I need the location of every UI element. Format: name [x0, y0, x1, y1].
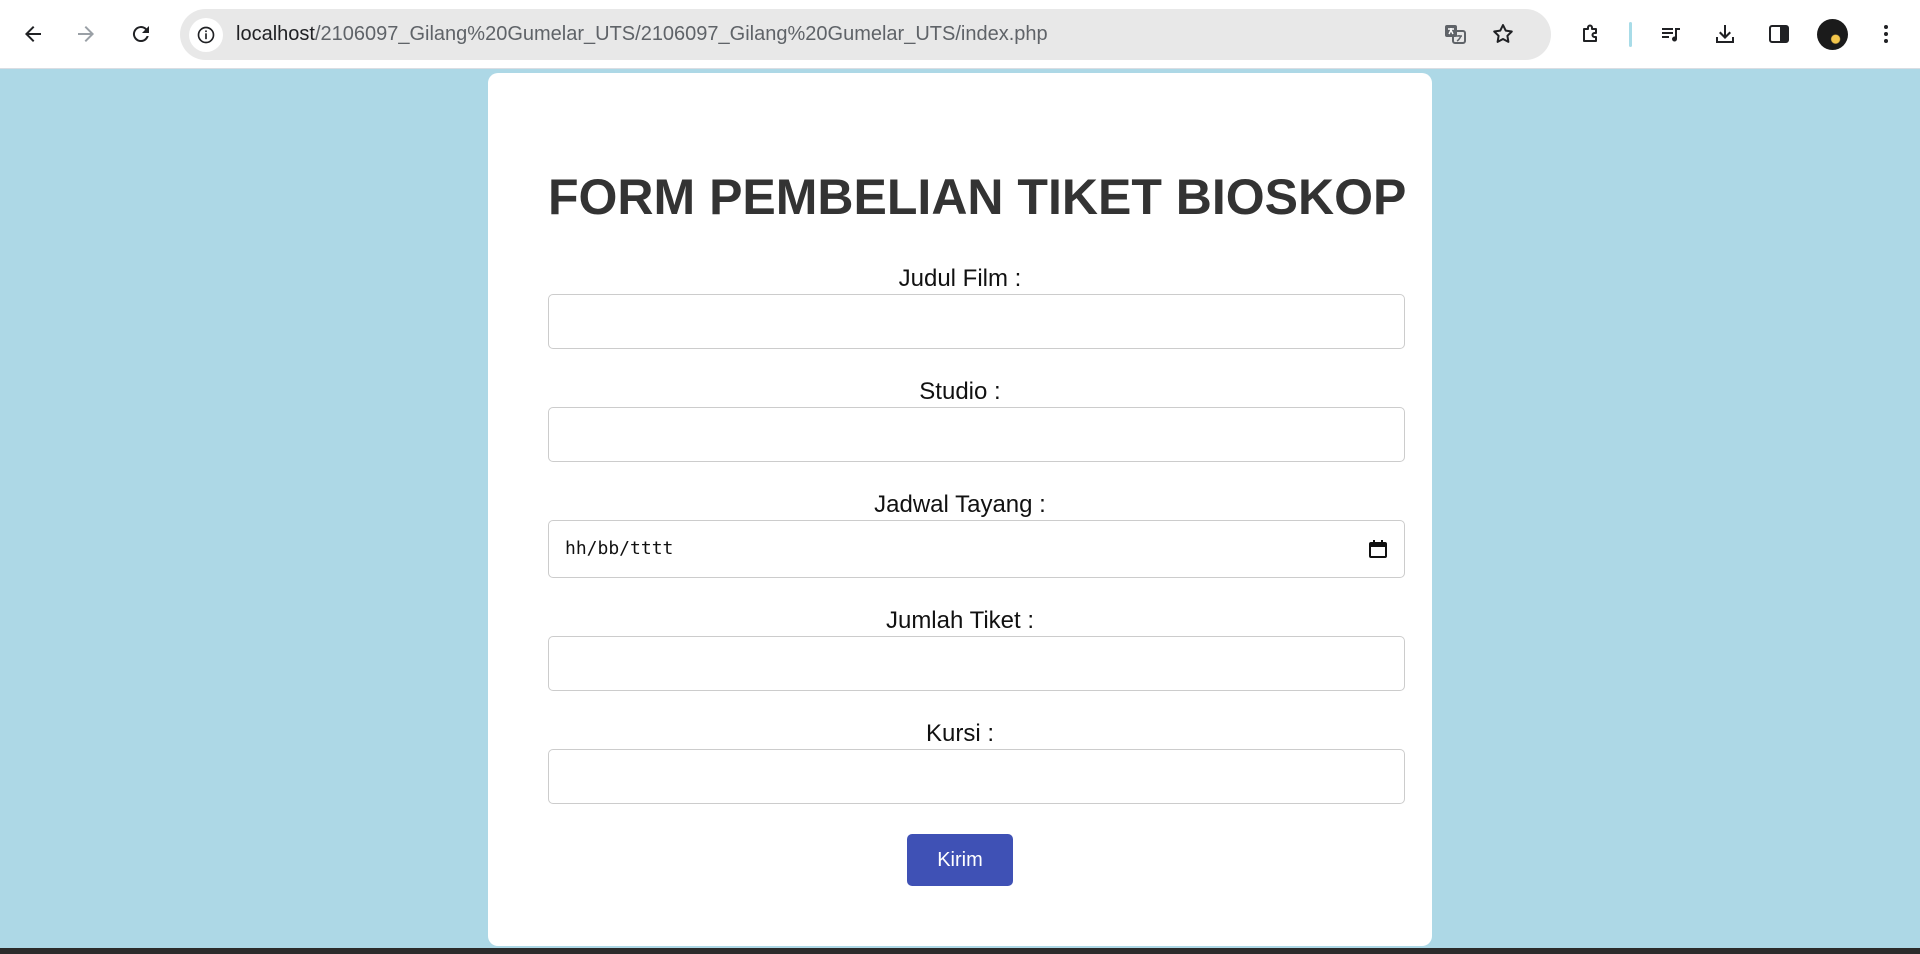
toolbar-divider	[1629, 22, 1632, 47]
media-controls-icon	[1662, 28, 1680, 42]
media-controls-button[interactable]	[1650, 13, 1692, 55]
jadwal-tayang-label: Jadwal Tayang :	[874, 491, 1046, 518]
kirim-button[interactable]: Kirim	[907, 834, 1013, 886]
reload-icon	[132, 26, 149, 43]
forward-icon	[78, 26, 94, 42]
site-info-button[interactable]	[189, 18, 223, 52]
calendar-icon[interactable]	[1368, 539, 1388, 559]
kursi-input[interactable]	[548, 749, 1405, 804]
side-panel-button[interactable]	[1758, 13, 1800, 55]
judul-film-input[interactable]	[548, 294, 1405, 349]
translate-icon	[1445, 25, 1466, 44]
back-icon	[25, 26, 41, 42]
url-text[interactable]: localhost/2106097_Gilang%20Gumelar_UTS/2…	[236, 9, 1048, 60]
address-bar[interactable]: localhost/2106097_Gilang%20Gumelar_UTS/2…	[180, 9, 1551, 60]
url-host: localhost	[236, 23, 315, 45]
judul-film-label: Judul Film :	[898, 265, 1022, 292]
extensions-button[interactable]	[1570, 13, 1612, 55]
translate-button[interactable]	[1438, 17, 1472, 51]
url-path: /2106097_Gilang%20Gumelar_UTS/2106097_Gi…	[314, 23, 1048, 45]
profile-avatar[interactable]	[1817, 19, 1848, 50]
forward-button[interactable]	[65, 13, 107, 55]
studio-label: Studio :	[919, 378, 1001, 405]
site-info-icon	[197, 26, 215, 44]
studio-input[interactable]	[548, 407, 1405, 462]
jumlah-tiket-label: Jumlah Tiket :	[885, 607, 1035, 634]
kursi-label: Kursi :	[925, 720, 994, 747]
jadwal-tayang-date-input[interactable]: hh/bb/tttt	[548, 520, 1405, 578]
extensions-icon	[1583, 24, 1597, 42]
reload-button[interactable]	[120, 13, 162, 55]
downloads-button[interactable]	[1704, 13, 1746, 55]
back-button[interactable]	[12, 13, 54, 55]
jumlah-tiket-input[interactable]	[548, 636, 1405, 691]
bookmark-star-icon	[1493, 24, 1513, 43]
download-icon	[1716, 25, 1734, 43]
page-title: FORM PEMBELIAN TIKET BIOSKOP	[548, 169, 1407, 225]
more-menu-button[interactable]	[1865, 13, 1907, 55]
date-placeholder: hh/bb/tttt	[565, 538, 674, 559]
bookmark-button[interactable]	[1486, 17, 1520, 51]
browser-toolbar: localhost/2106097_Gilang%20Gumelar_UTS/2…	[0, 0, 1920, 69]
form-card: FORM PEMBELIAN TIKET BIOSKOP Judul Film …	[488, 73, 1432, 946]
window-bottom-edge	[0, 948, 1920, 954]
side-panel-icon	[1769, 25, 1789, 43]
more-menu-icon	[1884, 25, 1888, 43]
